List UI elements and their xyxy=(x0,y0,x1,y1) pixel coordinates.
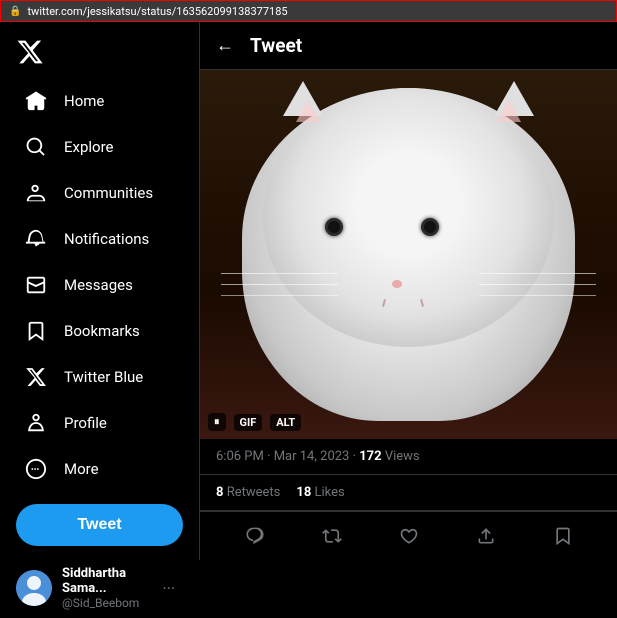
main-layout: Home Explore Communities Notifications M xyxy=(0,22,617,560)
sidebar-item-messages-label: Messages xyxy=(64,276,133,294)
home-icon xyxy=(24,90,48,112)
sidebar-item-notifications[interactable]: Notifications xyxy=(8,218,191,260)
tweet-media-container: ⏸ GIF ALT xyxy=(200,70,617,439)
alt-badge[interactable]: ALT xyxy=(270,414,301,431)
retweet-number: 8 xyxy=(216,485,223,500)
communities-icon xyxy=(24,182,48,204)
footer-user-info: Siddhartha Sama... @Sid_Beebom xyxy=(62,566,152,610)
sidebar-item-notifications-label: Notifications xyxy=(64,230,149,248)
sidebar: Home Explore Communities Notifications M xyxy=(0,22,200,560)
bookmark-icon xyxy=(24,320,48,342)
like-number: 18 xyxy=(296,485,311,500)
sidebar-item-explore[interactable]: Explore xyxy=(8,126,191,168)
tweet-image xyxy=(200,70,617,439)
footer-user-handle: @Sid_Beebom xyxy=(62,596,152,610)
sidebar-item-twitter-blue[interactable]: Twitter Blue xyxy=(8,356,191,398)
sidebar-item-more[interactable]: More xyxy=(8,448,191,490)
sidebar-item-bookmarks[interactable]: Bookmarks xyxy=(8,310,191,352)
sidebar-item-profile-label: Profile xyxy=(64,414,107,432)
tweet-meta: 6:06 PM · Mar 14, 2023 · 172 Views xyxy=(216,449,601,464)
url-text: twitter.com/jessikatsu/status/1635620991… xyxy=(27,5,287,18)
retweet-button[interactable] xyxy=(316,520,348,552)
sidebar-item-communities-label: Communities xyxy=(64,184,153,202)
explore-icon xyxy=(24,136,48,158)
address-bar: 🔒 twitter.com/jessikatsu/status/16356209… xyxy=(0,0,617,22)
sidebar-item-more-label: More xyxy=(64,460,99,478)
more-circle-icon xyxy=(24,458,48,480)
tweet-info: 6:06 PM · Mar 14, 2023 · 172 Views xyxy=(200,439,617,475)
mail-icon xyxy=(24,274,48,296)
play-pause-badge[interactable]: ⏸ xyxy=(208,413,226,431)
gif-badge: GIF xyxy=(234,414,263,431)
back-button[interactable]: ← xyxy=(216,35,234,56)
sidebar-item-profile[interactable]: Profile xyxy=(8,402,191,444)
sidebar-item-communities[interactable]: Communities xyxy=(8,172,191,214)
sidebar-item-home[interactable]: Home xyxy=(8,80,191,122)
sidebar-item-messages[interactable]: Messages xyxy=(8,264,191,306)
like-count[interactable]: 18 Likes xyxy=(296,485,344,500)
footer-more-icon: ··· xyxy=(162,579,175,598)
bell-icon xyxy=(24,228,48,250)
user-icon xyxy=(24,412,48,434)
lock-icon: 🔒 xyxy=(9,6,21,17)
like-button[interactable] xyxy=(393,520,425,552)
media-controls: ⏸ GIF ALT xyxy=(208,413,301,431)
save-button[interactable] xyxy=(547,520,579,552)
sidebar-item-bookmarks-label: Bookmarks xyxy=(64,322,140,340)
sidebar-item-explore-label: Explore xyxy=(64,138,114,156)
sidebar-footer-user[interactable]: Siddhartha Sama... @Sid_Beebom ··· xyxy=(8,558,191,618)
tweet-header: ← Tweet xyxy=(200,22,617,70)
reply-button[interactable] xyxy=(239,520,271,552)
sidebar-item-twitter-blue-label: Twitter Blue xyxy=(64,368,143,386)
tweet-main: ← Tweet xyxy=(200,22,617,560)
tweet-action-bar xyxy=(200,511,617,560)
avatar xyxy=(16,570,52,606)
twitter-blue-icon xyxy=(24,366,48,388)
tweet-view-count: 172 xyxy=(359,449,381,464)
tweet-button[interactable]: Tweet xyxy=(16,504,183,546)
footer-user-name: Siddhartha Sama... xyxy=(62,566,152,596)
sidebar-item-home-label: Home xyxy=(64,92,104,110)
tweet-stats: 8 Retweets 18 Likes xyxy=(200,475,617,511)
tweet-header-title: Tweet xyxy=(250,34,302,57)
share-button[interactable] xyxy=(470,520,502,552)
twitter-logo[interactable] xyxy=(0,30,199,78)
retweet-count[interactable]: 8 Retweets xyxy=(216,485,280,500)
tweet-timestamp-views: 6:06 PM · Mar 14, 2023 · 172 Views xyxy=(216,449,420,464)
